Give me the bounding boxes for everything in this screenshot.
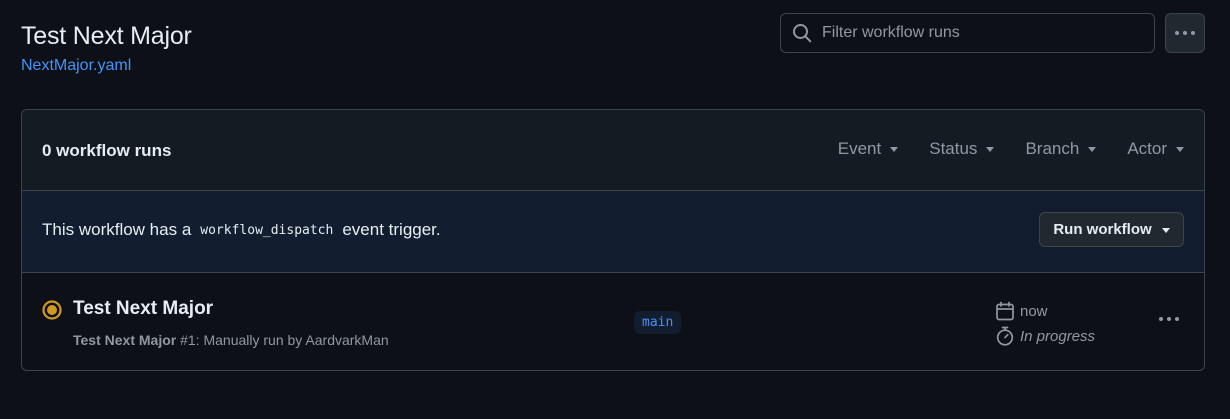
run-time: now <box>995 301 1048 321</box>
run-status: In progress <box>995 326 1095 346</box>
dispatch-suffix: event trigger. <box>342 220 441 239</box>
run-workflow-name: Test Next Major <box>73 332 177 348</box>
run-status-text: In progress <box>1020 327 1096 345</box>
kebab-horizontal-icon <box>1159 317 1179 321</box>
page-title: Test Next Major <box>21 22 192 50</box>
stopwatch-icon <box>996 326 1014 346</box>
chevron-down-icon <box>986 147 995 152</box>
run-workflow-label: Run workflow <box>1053 221 1152 238</box>
page-actions-button[interactable] <box>1165 13 1205 53</box>
workflow-runs-page: Test Next Major NextMajor.yaml 0 workflo… <box>0 0 1230 419</box>
in-progress-icon <box>42 300 62 320</box>
event-filter-dropdown[interactable]: Event <box>837 139 899 159</box>
actor-filter-dropdown[interactable]: Actor <box>1127 139 1184 159</box>
status-filter-dropdown[interactable]: Status <box>929 139 995 159</box>
filter-workflow-runs-field[interactable] <box>780 13 1155 53</box>
workflow-run-count: 0 workflow runs <box>42 141 172 160</box>
status-filter-label: Status <box>929 139 978 158</box>
run-actions-button[interactable] <box>1154 309 1184 329</box>
run-details: Test Next Major #1: Manually run by Aard… <box>73 332 389 348</box>
run-trigger-details: #1: Manually run by AardvarkMan <box>180 332 389 348</box>
runs-panel-header: 0 workflow runs Event Status Branch Acto… <box>22 110 1204 191</box>
dispatch-prefix: This workflow has a <box>42 220 192 239</box>
dispatch-trigger-code: workflow_dispatch <box>200 222 334 238</box>
dispatch-message: This workflow has a workflow_dispatch ev… <box>42 220 441 240</box>
search-input[interactable] <box>822 24 1132 42</box>
chevron-down-icon <box>1176 147 1184 152</box>
chevron-down-icon <box>1088 147 1097 152</box>
actor-filter-label: Actor <box>1127 139 1167 158</box>
workflow-runs-panel: 0 workflow runs Event Status Branch Acto… <box>21 109 1205 371</box>
branch-badge[interactable]: main <box>634 311 682 334</box>
calendar-icon <box>996 301 1014 321</box>
run-filters: Event Status Branch Actor <box>807 139 1184 159</box>
branch-filter-label: Branch <box>1025 139 1080 158</box>
workflow-run-row[interactable]: Test Next Major Test Next Major #1: Manu… <box>22 273 1204 370</box>
run-workflow-button[interactable]: Run workflow <box>1039 212 1184 247</box>
event-filter-label: Event <box>837 139 882 158</box>
kebab-horizontal-icon <box>1175 31 1195 35</box>
run-title-link[interactable]: Test Next Major <box>73 298 213 320</box>
chevron-down-icon <box>890 147 899 152</box>
workflow-file-link[interactable]: NextMajor.yaml <box>21 57 131 75</box>
branch-filter-dropdown[interactable]: Branch <box>1025 139 1097 159</box>
search-icon <box>793 24 812 43</box>
workflow-dispatch-banner: This workflow has a workflow_dispatch ev… <box>22 191 1204 273</box>
run-time-value: now <box>1020 302 1048 320</box>
chevron-down-icon <box>1161 227 1170 233</box>
